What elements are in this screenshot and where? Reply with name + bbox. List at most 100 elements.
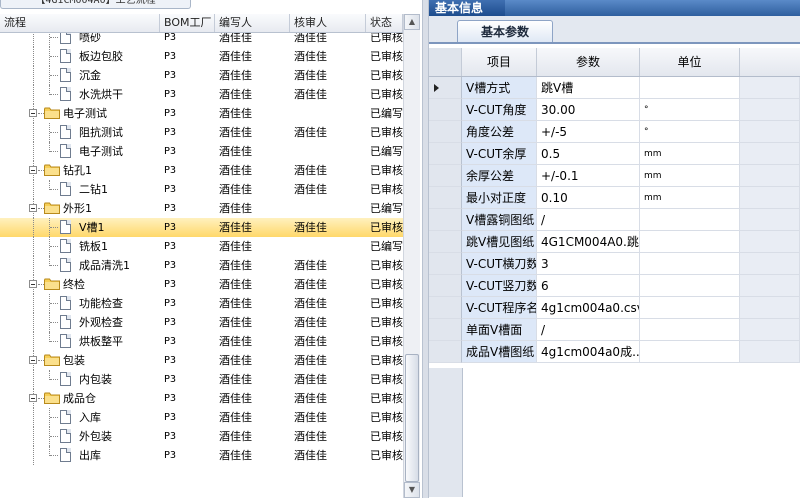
tree-scrollbar[interactable]: ▲ ▼ bbox=[403, 14, 420, 498]
tree-row[interactable]: 外包装 P3 酒佳佳 酒佳佳 已审核 bbox=[0, 427, 403, 446]
column-header-reviewer[interactable]: 核审人 bbox=[290, 14, 366, 32]
row-header[interactable] bbox=[429, 231, 462, 253]
pane-splitter[interactable] bbox=[422, 0, 429, 498]
param-unit[interactable]: mm bbox=[640, 165, 740, 187]
param-unit[interactable]: mm bbox=[640, 187, 740, 209]
tree-row[interactable]: 成品清洗1 P3 酒佳佳 酒佳佳 已审核 bbox=[0, 256, 403, 275]
collapse-icon[interactable] bbox=[29, 280, 37, 288]
scroll-up-icon[interactable]: ▲ bbox=[404, 14, 420, 30]
param-value[interactable]: 跳V槽 bbox=[537, 77, 640, 99]
tree-row[interactable]: 沉金 P3 酒佳佳 酒佳佳 已审核 bbox=[0, 66, 403, 85]
tree-row[interactable]: 板边包胶 P3 酒佳佳 酒佳佳 已审核 bbox=[0, 47, 403, 66]
tree-row[interactable]: 水洗烘干 P3 酒佳佳 酒佳佳 已审核 bbox=[0, 85, 403, 104]
scroll-down-icon[interactable]: ▼ bbox=[404, 482, 420, 498]
tree-row[interactable]: V槽1 P3 酒佳佳 酒佳佳 已审核 bbox=[0, 218, 403, 237]
param-value[interactable]: / bbox=[537, 209, 640, 231]
param-item[interactable]: V-CUT余厚 bbox=[462, 143, 537, 165]
param-value[interactable]: 30.00 bbox=[537, 99, 640, 121]
param-unit[interactable] bbox=[640, 341, 740, 363]
param-row[interactable]: 单面V槽面 / bbox=[429, 319, 800, 341]
param-unit[interactable] bbox=[640, 297, 740, 319]
collapse-icon[interactable] bbox=[29, 394, 37, 402]
param-unit[interactable] bbox=[640, 275, 740, 297]
param-value[interactable]: +/-5 bbox=[537, 121, 640, 143]
param-value[interactable]: 0.10 bbox=[537, 187, 640, 209]
tree-row[interactable]: 入库 P3 酒佳佳 酒佳佳 已审核 bbox=[0, 408, 403, 427]
row-header[interactable] bbox=[429, 319, 462, 341]
tree-row[interactable]: 二钻1 P3 酒佳佳 酒佳佳 已审核 bbox=[0, 180, 403, 199]
param-unit[interactable] bbox=[640, 253, 740, 275]
param-unit[interactable] bbox=[640, 77, 740, 99]
grid-corner[interactable] bbox=[429, 48, 462, 76]
param-row[interactable]: 最小对正度 0.10 mm bbox=[429, 187, 800, 209]
collapse-icon[interactable] bbox=[29, 166, 37, 174]
param-row[interactable]: 余厚公差 +/-0.1 mm bbox=[429, 165, 800, 187]
param-row[interactable]: 角度公差 +/-5 ° bbox=[429, 121, 800, 143]
param-value[interactable]: 3 bbox=[537, 253, 640, 275]
collapse-icon[interactable] bbox=[29, 204, 37, 212]
column-header-value[interactable]: 参数 bbox=[537, 48, 640, 76]
row-header[interactable] bbox=[429, 209, 462, 231]
param-value[interactable]: 4g1cm004a0.csv bbox=[537, 297, 640, 319]
tree-row[interactable]: 功能检查 P3 酒佳佳 酒佳佳 已审核 bbox=[0, 294, 403, 313]
row-header[interactable] bbox=[429, 77, 462, 99]
row-header[interactable] bbox=[429, 275, 462, 297]
row-header[interactable] bbox=[429, 143, 462, 165]
row-header[interactable] bbox=[429, 297, 462, 319]
param-unit[interactable]: ° bbox=[640, 121, 740, 143]
column-header-process[interactable]: 流程 bbox=[0, 14, 160, 32]
document-tab[interactable]: 【4G1CM004A0】工艺流程 bbox=[0, 0, 191, 9]
param-item[interactable]: 成品V槽图纸 bbox=[462, 341, 537, 363]
row-header[interactable] bbox=[429, 121, 462, 143]
tab-basic-params[interactable]: 基本参数 bbox=[457, 20, 553, 42]
tree-row[interactable]: 外观检查 P3 酒佳佳 酒佳佳 已审核 bbox=[0, 313, 403, 332]
param-row[interactable]: V槽露铜图纸 / bbox=[429, 209, 800, 231]
param-item[interactable]: V-CUT角度 bbox=[462, 99, 537, 121]
column-header-bom[interactable]: BOM工厂 bbox=[160, 14, 215, 32]
param-item[interactable]: 最小对正度 bbox=[462, 187, 537, 209]
column-header-status[interactable]: 状态 bbox=[366, 14, 403, 32]
tree-row[interactable]: 烘板整平 P3 酒佳佳 酒佳佳 已审核 bbox=[0, 332, 403, 351]
param-row[interactable]: V-CUT竖刀数 6 bbox=[429, 275, 800, 297]
tree-row[interactable]: 成品仓 P3 酒佳佳 酒佳佳 已审核 bbox=[0, 389, 403, 408]
param-row[interactable]: V-CUT横刀数 3 bbox=[429, 253, 800, 275]
param-item[interactable]: V槽方式 bbox=[462, 77, 537, 99]
param-value[interactable]: 4g1cm004a0成... bbox=[537, 341, 640, 363]
column-header-item[interactable]: 项目 bbox=[462, 48, 537, 76]
param-row[interactable]: 成品V槽图纸 4g1cm004a0成... bbox=[429, 341, 800, 363]
row-header[interactable] bbox=[429, 253, 462, 275]
param-row[interactable]: V-CUT余厚 0.5 mm bbox=[429, 143, 800, 165]
param-row[interactable]: V-CUT角度 30.00 ° bbox=[429, 99, 800, 121]
param-item[interactable]: 余厚公差 bbox=[462, 165, 537, 187]
tree-row[interactable]: 外形1 P3 酒佳佳 已编写 bbox=[0, 199, 403, 218]
param-item[interactable]: V-CUT横刀数 bbox=[462, 253, 537, 275]
tree-row[interactable]: 终检 P3 酒佳佳 酒佳佳 已审核 bbox=[0, 275, 403, 294]
row-header[interactable] bbox=[429, 165, 462, 187]
param-item[interactable]: V-CUT竖刀数 bbox=[462, 275, 537, 297]
param-value[interactable]: 6 bbox=[537, 275, 640, 297]
tree-row[interactable]: 包装 P3 酒佳佳 酒佳佳 已审核 bbox=[0, 351, 403, 370]
param-value[interactable]: 4G1CM004A0.跳... bbox=[537, 231, 640, 253]
param-row[interactable]: 跳V槽见图纸 4G1CM004A0.跳... bbox=[429, 231, 800, 253]
param-item[interactable]: 单面V槽面 bbox=[462, 319, 537, 341]
scroll-thumb[interactable] bbox=[405, 354, 419, 482]
param-item[interactable]: V槽露铜图纸 bbox=[462, 209, 537, 231]
tree-row[interactable]: 铣板1 P3 酒佳佳 已编写 bbox=[0, 237, 403, 256]
tree-row[interactable]: 钻孔1 P3 酒佳佳 酒佳佳 已审核 bbox=[0, 161, 403, 180]
tree-row[interactable]: 喷砂 P3 酒佳佳 酒佳佳 已审核 bbox=[0, 33, 403, 47]
param-value[interactable]: 0.5 bbox=[537, 143, 640, 165]
tree-row[interactable]: 内包装 P3 酒佳佳 酒佳佳 已审核 bbox=[0, 370, 403, 389]
column-header-unit[interactable]: 单位 bbox=[640, 48, 740, 76]
param-item[interactable]: V-CUT程序名 bbox=[462, 297, 537, 319]
param-unit[interactable] bbox=[640, 231, 740, 253]
collapse-icon[interactable] bbox=[29, 109, 37, 117]
param-row[interactable]: V-CUT程序名 4g1cm004a0.csv bbox=[429, 297, 800, 319]
column-header-writer[interactable]: 编写人 bbox=[215, 14, 290, 32]
param-unit[interactable]: ° bbox=[640, 99, 740, 121]
row-header[interactable] bbox=[429, 99, 462, 121]
param-unit[interactable] bbox=[640, 209, 740, 231]
param-unit[interactable] bbox=[640, 319, 740, 341]
tree-row[interactable]: 阻抗测试 P3 酒佳佳 酒佳佳 已审核 bbox=[0, 123, 403, 142]
tree-row[interactable]: 电子测试 P3 酒佳佳 已编写 bbox=[0, 142, 403, 161]
tree-row[interactable]: 电子测试 P3 酒佳佳 已编写 bbox=[0, 104, 403, 123]
